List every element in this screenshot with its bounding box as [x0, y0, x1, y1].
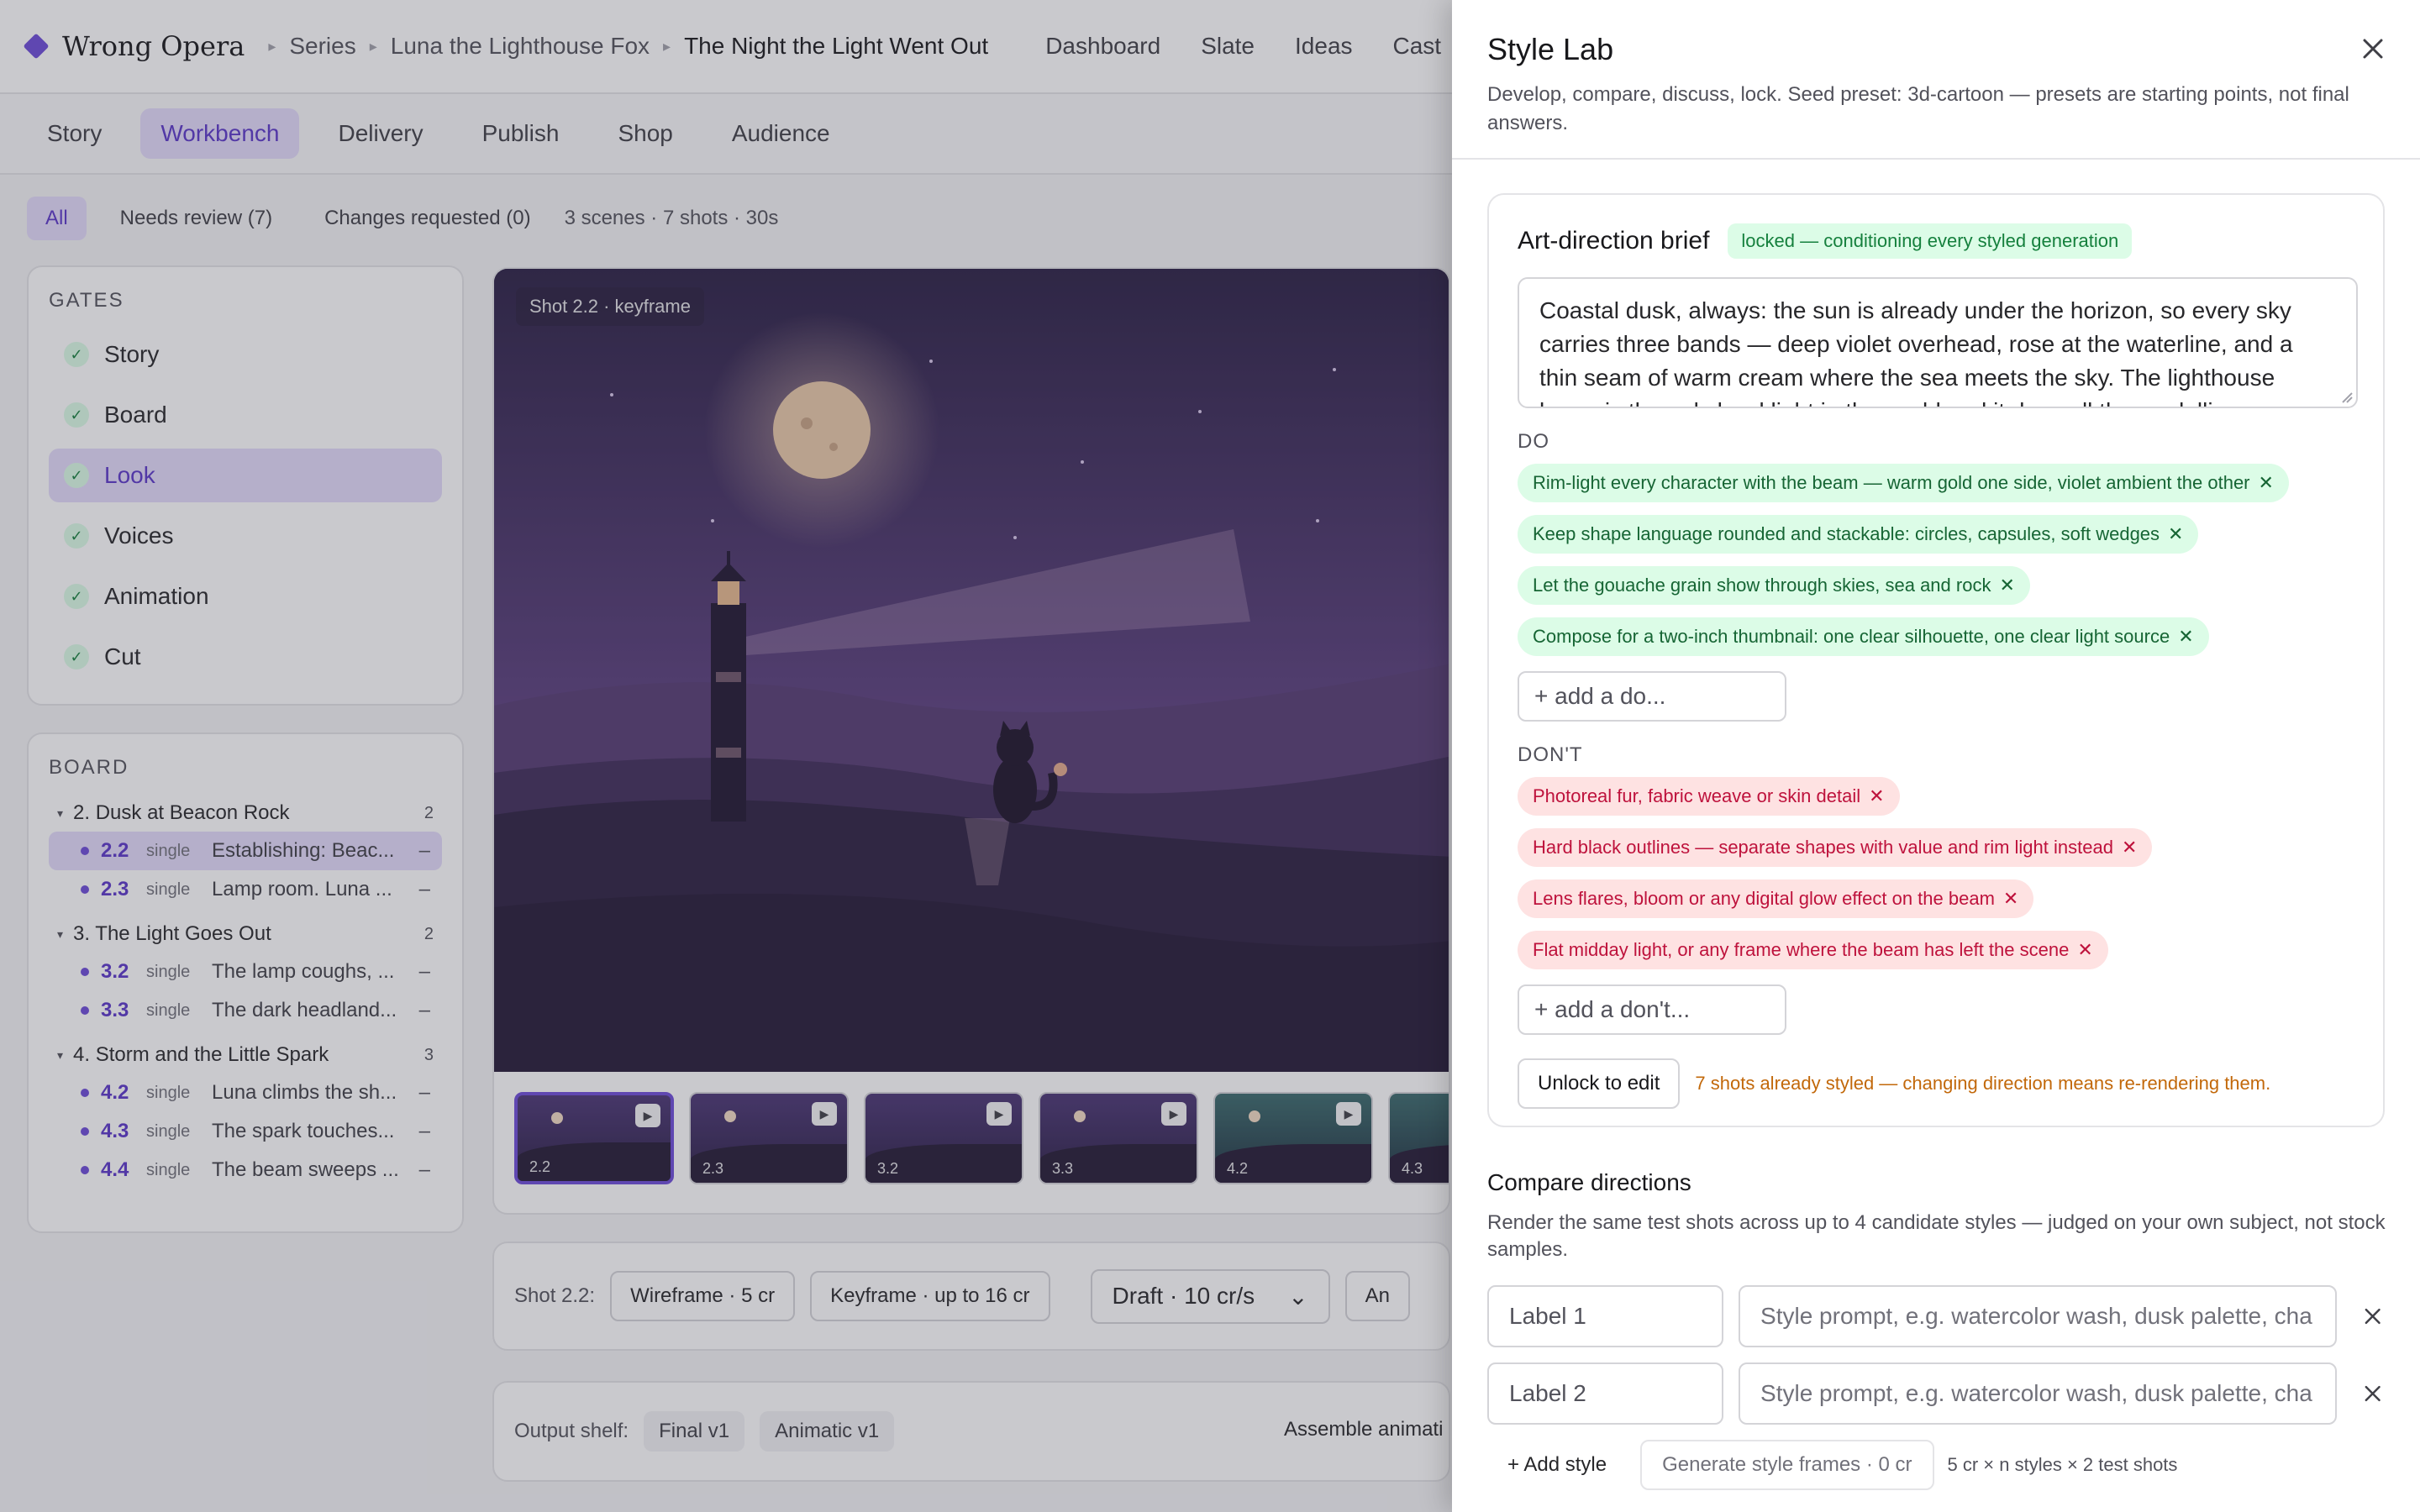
tag-text: Compose for a two-inch thumbnail: one cl… [1533, 626, 2170, 647]
dont-label: DON'T [1518, 743, 1583, 766]
remove-icon[interactable]: ✕ [2259, 472, 2274, 494]
style-lab-drawer: Style Lab Develop, compare, discuss, loc… [1452, 0, 2420, 1512]
tag-text: Hard black outlines — separate shapes wi… [1533, 837, 2113, 858]
dont-tag: Hard black outlines — separate shapes wi… [1518, 828, 2153, 867]
unlock-button[interactable]: Unlock to edit [1518, 1058, 1681, 1109]
tag-text: Keep shape language rounded and stackabl… [1533, 523, 2160, 544]
do-tag: Keep shape language rounded and stackabl… [1518, 515, 2199, 554]
generate-style-frames-button[interactable]: Generate style frames · 0 cr [1640, 1440, 1934, 1490]
remove-icon[interactable]: ✕ [2003, 888, 2018, 910]
tag-text: Lens flares, bloom or any digital glow e… [1533, 888, 1995, 909]
add-style-button[interactable]: + Add style [1487, 1441, 1627, 1488]
style-label-input[interactable]: Label 2 [1487, 1362, 1724, 1425]
brief-title: Art-direction brief [1518, 227, 1710, 255]
do-tag: Let the gouache grain show through skies… [1518, 566, 2030, 605]
remove-style-icon[interactable] [2360, 1304, 2385, 1329]
remove-icon[interactable]: ✕ [2178, 626, 2193, 648]
brief-text-value: Coastal dusk, always: the sun is already… [1539, 297, 2293, 407]
style-prompt-input[interactable]: Style prompt, e.g. watercolor wash, dusk… [1739, 1285, 2337, 1347]
drawer-subtitle: Develop, compare, discuss, lock. Seed pr… [1487, 83, 2349, 134]
close-icon[interactable] [2356, 32, 2390, 66]
art-direction-brief-card: Art-direction brief locked — conditionin… [1487, 193, 2385, 1127]
do-tag: Rim-light every character with the beam … [1518, 464, 2289, 502]
compare-subtitle: Render the same test shots across up to … [1487, 1211, 2386, 1261]
tag-text: Photoreal fur, fabric weave or skin deta… [1533, 785, 1861, 806]
remove-icon[interactable]: ✕ [1999, 575, 2014, 596]
drawer-header: Style Lab Develop, compare, discuss, loc… [1452, 0, 2420, 160]
dont-list: Photoreal fur, fabric weave or skin deta… [1518, 777, 2354, 1035]
brief-textarea[interactable]: Coastal dusk, always: the sun is already… [1518, 277, 2358, 408]
add-do-input[interactable]: + add a do... [1518, 671, 1786, 722]
style-row: Label 1 Style prompt, e.g. watercolor wa… [1487, 1285, 2385, 1347]
do-tag: Compose for a two-inch thumbnail: one cl… [1518, 617, 2209, 656]
resize-grip-icon[interactable] [2339, 390, 2353, 403]
remove-icon[interactable]: ✕ [1869, 785, 1884, 807]
style-prompt-input[interactable]: Style prompt, e.g. watercolor wash, dusk… [1739, 1362, 2337, 1425]
dont-tag: Photoreal fur, fabric weave or skin deta… [1518, 777, 1900, 816]
dont-tag: Lens flares, bloom or any digital glow e… [1518, 879, 2034, 918]
style-label-input[interactable]: Label 1 [1487, 1285, 1724, 1347]
remove-icon[interactable]: ✕ [2122, 837, 2137, 858]
do-label: DO [1518, 430, 1549, 453]
cost-note: 5 cr × n styles × 2 test shots [1947, 1454, 2178, 1475]
restyle-warning: 7 shots already styled — changing direct… [1695, 1073, 2271, 1094]
compare-title: Compare directions [1487, 1169, 1691, 1195]
remove-icon[interactable]: ✕ [2168, 523, 2183, 545]
compare-directions-section: Compare directions Render the same test … [1487, 1169, 2386, 1490]
add-dont-input[interactable]: + add a don't... [1518, 984, 1786, 1035]
tag-text: Let the gouache grain show through skies… [1533, 575, 1991, 596]
remove-icon[interactable]: ✕ [2077, 939, 2092, 961]
locked-badge: locked — conditioning every styled gener… [1728, 223, 2133, 259]
tag-text: Rim-light every character with the beam … [1533, 472, 2250, 493]
tag-text: Flat midday light, or any frame where th… [1533, 939, 2070, 960]
remove-style-icon[interactable] [2360, 1381, 2385, 1406]
dont-tag: Flat midday light, or any frame where th… [1518, 931, 2108, 969]
do-list: Rim-light every character with the beam … [1518, 464, 2354, 722]
style-row: Label 2 Style prompt, e.g. watercolor wa… [1487, 1362, 2385, 1425]
drawer-title: Style Lab [1487, 32, 1614, 66]
